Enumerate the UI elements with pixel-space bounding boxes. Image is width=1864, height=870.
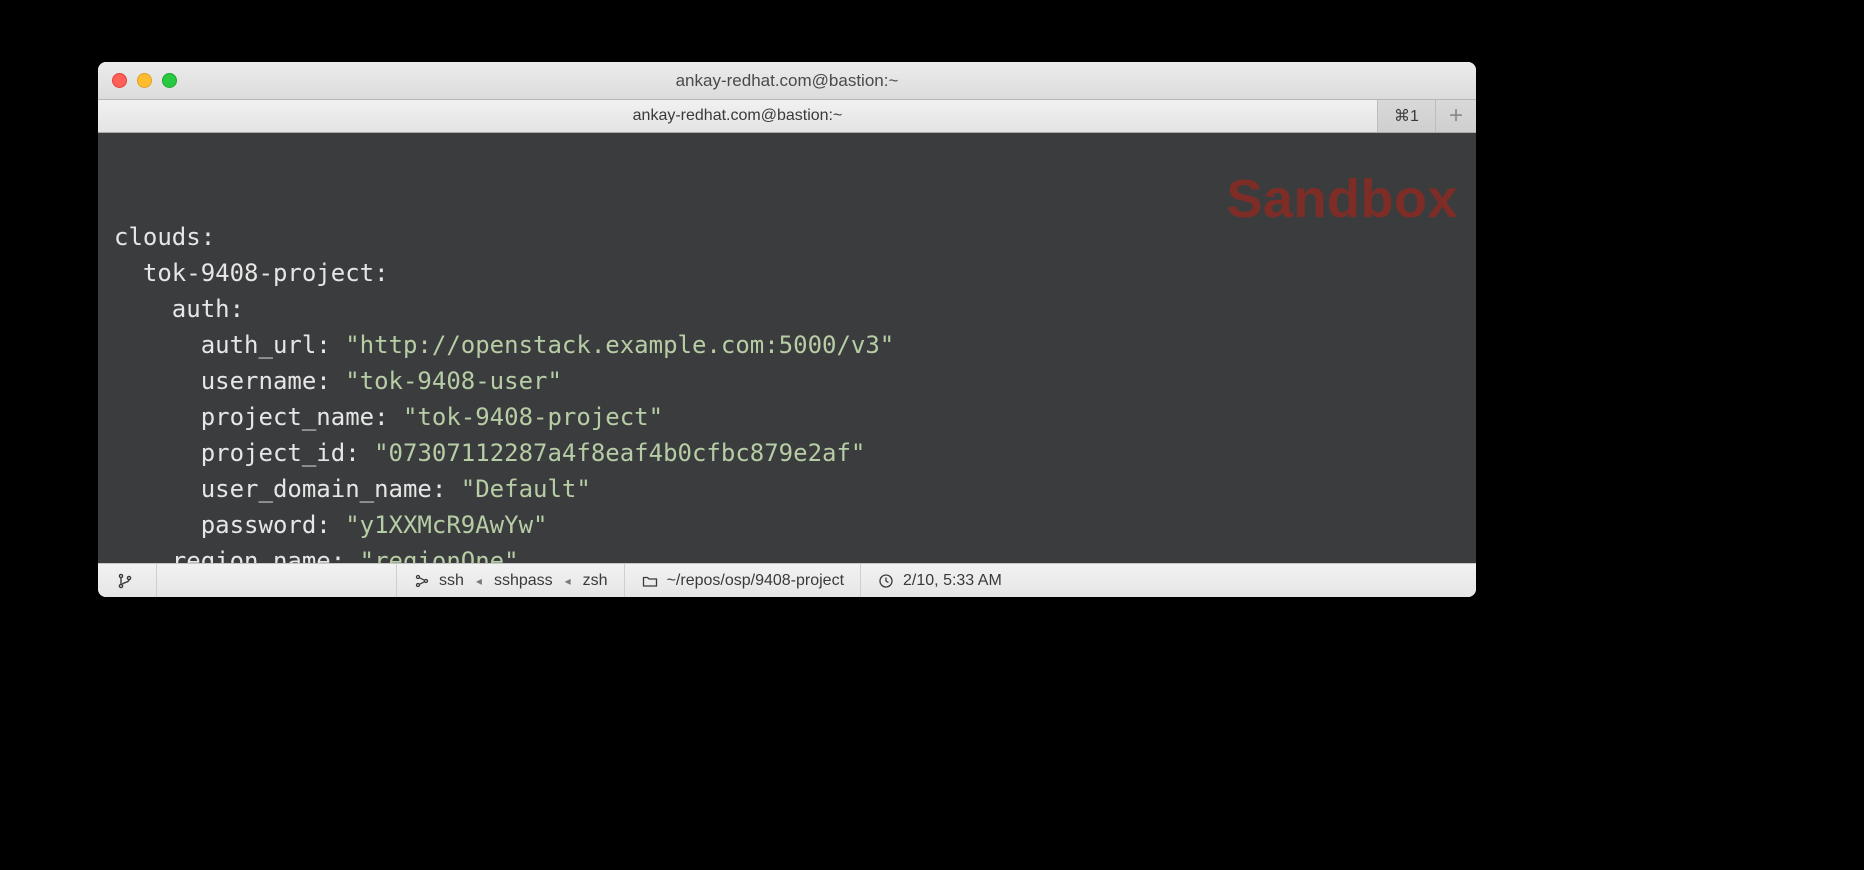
plus-icon: + xyxy=(1449,102,1463,130)
tab-shortcut-label: ⌘1 xyxy=(1394,106,1419,126)
status-path-text: ~/repos/osp/9408-project xyxy=(667,572,844,590)
minimize-window-button[interactable] xyxy=(137,73,152,88)
clock-icon xyxy=(877,572,895,590)
status-spacer xyxy=(157,564,397,597)
status-path[interactable]: ~/repos/osp/9408-project xyxy=(625,564,861,597)
window-controls xyxy=(98,73,177,88)
term-line: region_name: "regionOne" xyxy=(114,547,519,563)
tab-shortcut: ⌘1 xyxy=(1378,100,1436,132)
folder-icon xyxy=(641,572,659,590)
status-proc-2: sshpass xyxy=(494,572,553,590)
tab-active[interactable]: ankay-redhat.com@bastion:~ xyxy=(98,100,1378,132)
tab-label: ankay-redhat.com@bastion:~ xyxy=(633,107,843,125)
chevron-left-icon: ◂ xyxy=(472,574,486,588)
term-line: auth_url: "http://openstack.example.com:… xyxy=(114,331,894,359)
terminal-window: ankay-redhat.com@bastion:~ ankay-redhat.… xyxy=(98,62,1476,597)
term-line: project_id: "07307112287a4f8eaf4b0cfbc87… xyxy=(114,439,865,467)
window-title: ankay-redhat.com@bastion:~ xyxy=(98,71,1476,91)
status-proc-3: zsh xyxy=(583,572,608,590)
zoom-window-button[interactable] xyxy=(162,73,177,88)
tab-bar: ankay-redhat.com@bastion:~ ⌘1 + xyxy=(98,100,1476,133)
status-branch[interactable] xyxy=(98,564,157,597)
close-window-button[interactable] xyxy=(112,73,127,88)
status-time[interactable]: 2/10, 5:33 AM xyxy=(861,564,1018,597)
git-branch-icon xyxy=(116,572,134,590)
term-line: password: "y1XXMcR9AwYw" xyxy=(114,511,547,539)
term-line: clouds: xyxy=(114,223,215,251)
status-process[interactable]: ssh ◂ sshpass ◂ zsh xyxy=(397,564,625,597)
term-line: username: "tok-9408-user" xyxy=(114,367,562,395)
status-time-text: 2/10, 5:33 AM xyxy=(903,572,1002,590)
new-tab-button[interactable]: + xyxy=(1436,100,1476,132)
status-bar: ssh ◂ sshpass ◂ zsh ~/repos/osp/9408-pro… xyxy=(98,563,1476,597)
terminal-viewport[interactable]: Sandbox clouds: tok-9408-project: auth: … xyxy=(98,133,1476,563)
process-icon xyxy=(413,572,431,590)
status-proc-1: ssh xyxy=(439,572,464,590)
term-line: user_domain_name: "Default" xyxy=(114,475,591,503)
chevron-left-icon: ◂ xyxy=(561,574,575,588)
window-titlebar[interactable]: ankay-redhat.com@bastion:~ xyxy=(98,62,1476,100)
term-line: auth: xyxy=(114,295,244,323)
term-line: project_name: "tok-9408-project" xyxy=(114,403,663,431)
sandbox-watermark: Sandbox xyxy=(1226,181,1458,217)
term-line: tok-9408-project: xyxy=(114,259,389,287)
